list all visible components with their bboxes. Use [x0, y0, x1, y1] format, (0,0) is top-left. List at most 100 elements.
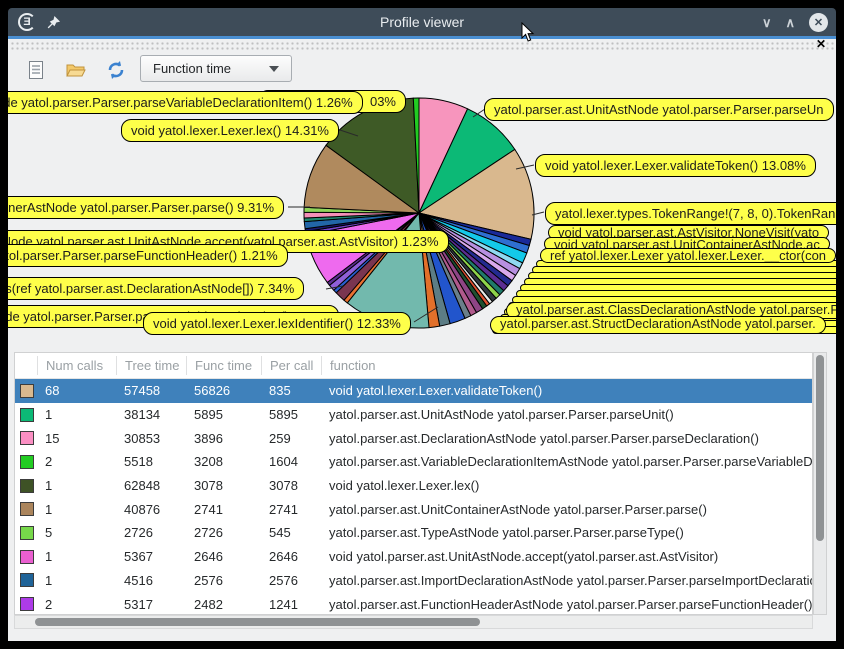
callout-label: ns(ref yatol.parser.ast.DeclarationAstNo… [8, 277, 304, 300]
cell-per_call: 259 [261, 431, 321, 446]
cell-num_calls: 1 [37, 407, 116, 422]
color-swatch [20, 573, 34, 587]
table-row[interactable]: 14087627412741yatol.parser.ast.UnitConta… [15, 497, 812, 521]
function-table[interactable]: Num callsTree timeFunc timePer callfunct… [14, 352, 813, 615]
cell-func_time: 3078 [186, 478, 261, 493]
horizontal-scrollbar-thumb[interactable] [35, 618, 480, 626]
column-header[interactable]: function [321, 356, 812, 375]
cell-num_calls: 5 [37, 525, 116, 540]
cell-per_call: 5895 [261, 407, 321, 422]
column-header[interactable]: Num calls [37, 356, 116, 375]
cell-tree_time: 5518 [116, 454, 186, 469]
column-header[interactable]: Per call [261, 356, 321, 375]
color-swatch [20, 479, 34, 493]
screen: Ǝ Profile viewer ∨ ∧ ✕ ✕ [0, 0, 844, 649]
cell-func_time: 2726 [186, 525, 261, 540]
cell-func_time: 2646 [186, 549, 261, 564]
color-swatch [20, 526, 34, 540]
cell-function: yatol.parser.ast.UnitContainerAstNode ya… [321, 502, 812, 517]
table-row[interactable]: 2531724821241yatol.parser.ast.FunctionHe… [15, 592, 812, 615]
cell-function: yatol.parser.ast.FunctionHeaderAstNode y… [321, 597, 812, 612]
cell-function: yatol.parser.ast.DeclarationAstNode yato… [321, 431, 812, 446]
callout-label: void yatol.lexer.Lexer.validateToken() 1… [535, 154, 816, 177]
cell-per_call: 2576 [261, 573, 321, 588]
mouse-cursor [521, 22, 535, 43]
callout-label: yatol.parser.ast.UnitAstNode yatol.parse… [484, 98, 834, 121]
titlebar[interactable]: Ǝ Profile viewer ∨ ∧ ✕ [8, 8, 836, 36]
cell-num_calls: 1 [37, 502, 116, 517]
color-swatch [20, 455, 34, 469]
callout-label: atol.parser.Parser.parseFunctionHeader()… [8, 244, 288, 267]
color-swatch [20, 384, 34, 398]
callout-label: yatol.parser.ast.StructDeclarationAstNod… [490, 316, 826, 334]
cell-num_calls: 1 [37, 573, 116, 588]
cell-num_calls: 15 [37, 431, 116, 446]
cell-tree_time: 40876 [116, 502, 186, 517]
vertical-scrollbar[interactable] [813, 352, 827, 615]
cell-per_call: 835 [261, 383, 321, 398]
cell-func_time: 3896 [186, 431, 261, 446]
cell-tree_time: 38134 [116, 407, 186, 422]
cell-function: yatol.parser.ast.ImportDeclarationAstNod… [321, 573, 812, 588]
maximize-button[interactable]: ∧ [785, 16, 795, 29]
cell-function: yatol.parser.ast.UnitAstNode yatol.parse… [321, 407, 812, 422]
table-row[interactable]: 685745856826835void yatol.lexer.Lexer.va… [15, 379, 812, 403]
table-row[interactable]: 1536726462646void yatol.parser.ast.UnitA… [15, 545, 812, 569]
table-row[interactable]: 2551832081604yatol.parser.ast.VariableDe… [15, 450, 812, 474]
cell-func_time: 5895 [186, 407, 261, 422]
cell-tree_time: 57458 [116, 383, 186, 398]
cell-function: void yatol.lexer.Lexer.lex() [321, 478, 812, 493]
table-row[interactable]: 16284830783078void yatol.lexer.Lexer.lex… [15, 474, 812, 498]
cell-tree_time: 62848 [116, 478, 186, 493]
table-header[interactable]: Num callsTree timeFunc timePer callfunct… [15, 353, 812, 379]
horizontal-scrollbar[interactable] [14, 615, 813, 629]
cell-func_time: 2482 [186, 597, 261, 612]
cell-num_calls: 2 [37, 597, 116, 612]
color-swatch [20, 408, 34, 422]
cell-tree_time: 30853 [116, 431, 186, 446]
color-swatch [20, 597, 34, 611]
callout-label: yatol.lexer.types.TokenRange!(7, 8, 0).T… [545, 202, 836, 225]
cell-per_call: 1241 [261, 597, 321, 612]
cell-function: void yatol.parser.ast.UnitAstNode.accept… [321, 549, 812, 564]
cell-func_time: 2576 [186, 573, 261, 588]
cell-per_call: 545 [261, 525, 321, 540]
color-swatch [20, 502, 34, 516]
callout-label: ainerAstNode yatol.parser.Parser.parse()… [8, 196, 284, 219]
column-header[interactable] [15, 356, 37, 375]
table-row[interactable]: 527262726545yatol.parser.ast.TypeAstNode… [15, 521, 812, 545]
column-header[interactable]: Func time [186, 356, 261, 375]
profile-viewer-window: Ǝ Profile viewer ∨ ∧ ✕ ✕ [8, 8, 836, 641]
cell-num_calls: 1 [37, 478, 116, 493]
cell-per_call: 1604 [261, 454, 321, 469]
callout-label: void yatol.lexer.Lexer.lex() 14.31% [121, 119, 339, 142]
table-row[interactable]: 15308533896259yatol.parser.ast.Declarati… [15, 426, 812, 450]
color-swatch [20, 550, 34, 564]
cell-per_call: 2741 [261, 502, 321, 517]
window-body: ✕ [8, 39, 836, 641]
cell-per_call: 3078 [261, 478, 321, 493]
cell-num_calls: 1 [37, 549, 116, 564]
vertical-scrollbar-thumb[interactable] [816, 355, 824, 541]
callout-label: void yatol.lexer.Lexer.lexIdentifier() 1… [143, 312, 411, 335]
column-header[interactable]: Tree time [116, 356, 186, 375]
cell-tree_time: 5317 [116, 597, 186, 612]
cell-tree_time: 2726 [116, 525, 186, 540]
callout-label: ode yatol.parser.Parser.parseVariableDec… [8, 91, 363, 114]
close-button[interactable]: ✕ [809, 13, 828, 32]
table-row[interactable]: 13813458955895yatol.parser.ast.UnitAstNo… [15, 403, 812, 427]
cell-function: void yatol.lexer.Lexer.validateToken() [321, 383, 812, 398]
window-title: Profile viewer [8, 14, 836, 30]
cell-func_time: 56826 [186, 383, 261, 398]
app-logo-icon: Ǝ [18, 13, 36, 31]
cell-func_time: 3208 [186, 454, 261, 469]
cell-tree_time: 5367 [116, 549, 186, 564]
cell-function: yatol.parser.ast.VariableDeclarationItem… [321, 454, 812, 469]
pin-icon[interactable] [46, 15, 61, 30]
minimize-button[interactable]: ∨ [762, 16, 772, 29]
table-row[interactable]: 1451625762576yatol.parser.ast.ImportDecl… [15, 569, 812, 593]
cell-func_time: 2741 [186, 502, 261, 517]
cell-num_calls: 2 [37, 454, 116, 469]
color-swatch [20, 431, 34, 445]
cell-tree_time: 4516 [116, 573, 186, 588]
